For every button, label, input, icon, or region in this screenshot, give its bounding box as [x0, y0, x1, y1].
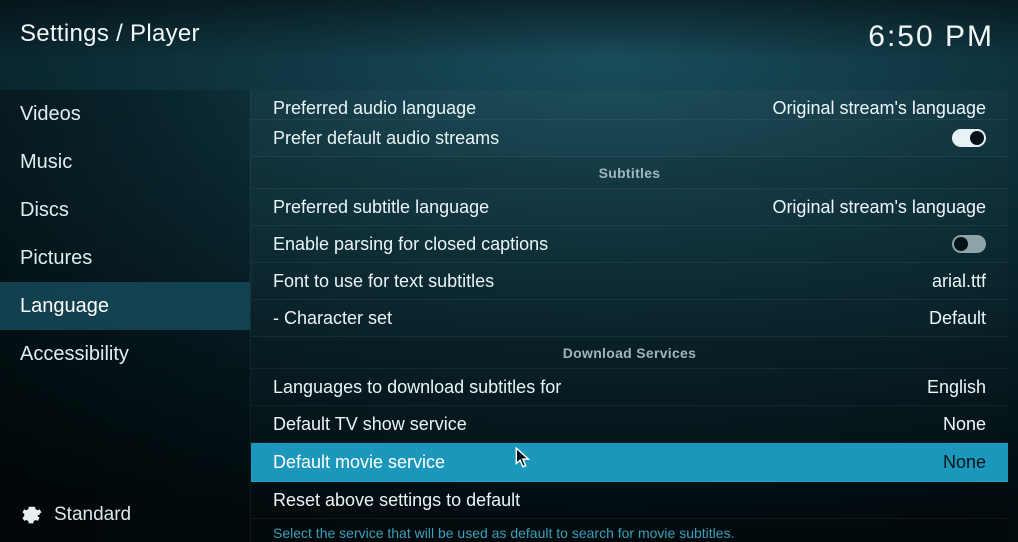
sidebar: Videos Music Discs Pictures Language Acc… [0, 90, 250, 542]
sidebar-item-language[interactable]: Language [0, 282, 250, 330]
setting-label: Preferred subtitle language [273, 197, 772, 218]
setting-description: Select the service that will be used as … [251, 519, 1008, 541]
clock: 6:50 PM [868, 20, 994, 54]
header: Settings / Player 6:50 PM [0, 0, 1018, 60]
setting-download-languages[interactable]: Languages to download subtitles for Engl… [251, 369, 1008, 406]
settings-level-button[interactable]: Standard [0, 488, 250, 542]
breadcrumb: Settings / Player [20, 20, 200, 48]
sidebar-item-discs[interactable]: Discs [0, 186, 250, 234]
setting-preferred-audio-language[interactable]: Preferred audio language Original stream… [251, 90, 1008, 120]
setting-label: Reset above settings to default [273, 490, 986, 511]
setting-font-subtitles[interactable]: Font to use for text subtitles arial.ttf [251, 263, 1008, 300]
setting-label: Preferred audio language [273, 98, 772, 119]
sidebar-item-videos[interactable]: Videos [0, 90, 250, 138]
setting-prefer-default-audio-streams[interactable]: Prefer default audio streams [251, 120, 1008, 157]
setting-enable-closed-captions[interactable]: Enable parsing for closed captions [251, 226, 1008, 263]
setting-value: English [927, 377, 986, 398]
setting-label: Enable parsing for closed captions [273, 234, 952, 255]
setting-label: Default movie service [273, 452, 943, 473]
sidebar-item-accessibility[interactable]: Accessibility [0, 330, 250, 378]
setting-label: Prefer default audio streams [273, 128, 952, 149]
setting-value: Original stream's language [772, 98, 986, 119]
sidebar-item-pictures[interactable]: Pictures [0, 234, 250, 282]
settings-list: Preferred audio language Original stream… [250, 90, 1008, 542]
setting-value: None [943, 452, 986, 473]
setting-preferred-subtitle-language[interactable]: Preferred subtitle language Original str… [251, 189, 1008, 226]
settings-level-label: Standard [54, 504, 131, 526]
setting-character-set[interactable]: - Character set Default [251, 300, 1008, 337]
setting-label: - Character set [273, 308, 929, 329]
setting-value: Original stream's language [772, 197, 986, 218]
section-download-services: Download Services [251, 337, 1008, 369]
toggle-on-icon[interactable] [952, 129, 986, 147]
setting-label: Default TV show service [273, 414, 943, 435]
sidebar-item-music[interactable]: Music [0, 138, 250, 186]
setting-value: None [943, 414, 986, 435]
setting-default-movie-service[interactable]: Default movie service None [251, 443, 1008, 482]
toggle-off-icon[interactable] [952, 235, 986, 253]
setting-label: Languages to download subtitles for [273, 377, 927, 398]
section-subtitles: Subtitles [251, 157, 1008, 189]
setting-label: Font to use for text subtitles [273, 271, 932, 292]
setting-value: arial.ttf [932, 271, 986, 292]
setting-value: Default [929, 308, 986, 329]
setting-default-tv-service[interactable]: Default TV show service None [251, 406, 1008, 443]
action-reset-defaults[interactable]: Reset above settings to default [251, 482, 1008, 519]
settings-player-screen: { "header": { "breadcrumb": "Settings / … [0, 0, 1018, 542]
gear-icon [20, 504, 42, 526]
